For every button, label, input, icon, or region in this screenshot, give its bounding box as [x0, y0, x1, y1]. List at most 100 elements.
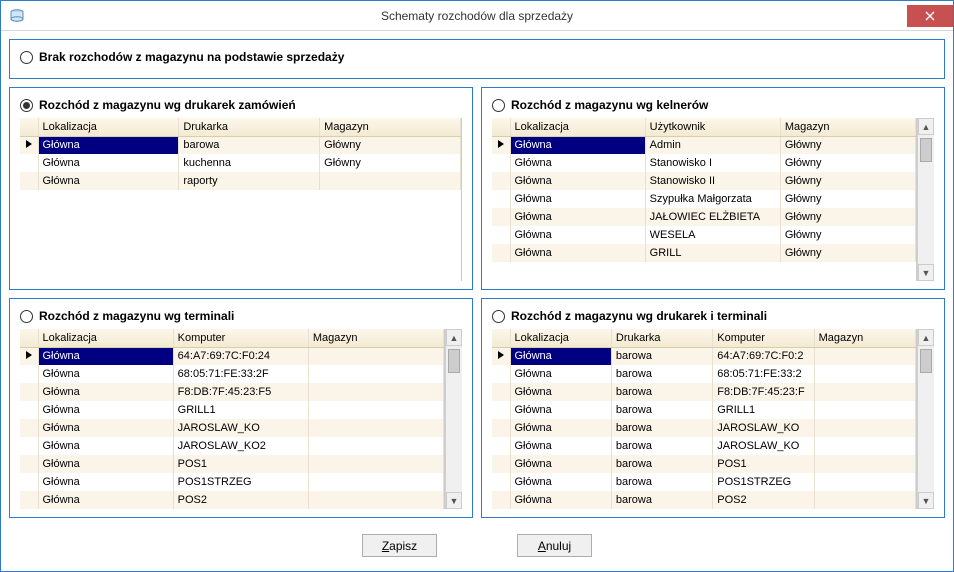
radio-no-issuance[interactable] — [20, 51, 33, 64]
table-cell[interactable]: barowa — [611, 365, 712, 383]
table-cell[interactable]: Główna — [510, 455, 611, 473]
table-cell[interactable]: JAROSLAW_KO — [713, 437, 814, 455]
table-cell[interactable] — [814, 383, 915, 401]
table-cell[interactable]: F8:DB:7F:45:23:F — [713, 383, 814, 401]
table-cell[interactable]: Główna — [510, 383, 611, 401]
table-cell[interactable]: Główna — [510, 401, 611, 419]
table-cell[interactable]: Główna — [38, 383, 173, 401]
table-cell[interactable]: Główna — [38, 419, 173, 437]
scroll-thumb[interactable] — [920, 349, 932, 373]
radio-printers[interactable] — [20, 99, 33, 112]
table-cell[interactable] — [814, 473, 915, 491]
column-header[interactable]: Lokalizacja — [510, 118, 645, 136]
table-row[interactable]: Główna68:05:71:FE:33:2F — [20, 365, 444, 383]
scrollbar-waiters[interactable]: ▲▼ — [917, 118, 934, 281]
radio-terminals[interactable] — [20, 310, 33, 323]
table-cell[interactable]: barowa — [611, 455, 712, 473]
table-cell[interactable]: POS1 — [713, 455, 814, 473]
option-printersTerminals[interactable]: Rozchód z magazynu wg drukarek i termina… — [492, 309, 934, 323]
column-header[interactable]: Użytkownik — [645, 118, 780, 136]
cancel-button[interactable]: Anuluj — [517, 534, 592, 557]
table-cell[interactable]: Stanowisko I — [645, 154, 780, 172]
option-printers[interactable]: Rozchód z magazynu wg drukarek zamówień — [20, 98, 462, 112]
table-cell[interactable] — [814, 491, 915, 509]
table-cell[interactable]: barowa — [611, 401, 712, 419]
column-header[interactable]: Magazyn — [320, 118, 461, 136]
option-no-issuance[interactable]: Brak rozchodów z magazynu na podstawie s… — [20, 50, 934, 64]
column-header[interactable]: Magazyn — [780, 118, 915, 136]
table-row[interactable]: GłównabarowaPOS1STRZEG — [492, 473, 916, 491]
table-cell[interactable]: GRILL1 — [713, 401, 814, 419]
table-row[interactable]: GłównaStanowisko IGłówny — [492, 154, 916, 172]
table-row[interactable]: GłównabarowaF8:DB:7F:45:23:F — [492, 383, 916, 401]
scroll-thumb[interactable] — [448, 349, 460, 373]
table-cell[interactable]: barowa — [611, 419, 712, 437]
table-cell[interactable]: Główny — [780, 208, 915, 226]
table-cell[interactable] — [814, 401, 915, 419]
table-cell[interactable]: barowa — [179, 136, 320, 154]
table-cell[interactable]: Główna — [38, 172, 179, 190]
column-header[interactable]: Lokalizacja — [38, 329, 173, 347]
table-cell[interactable] — [308, 347, 443, 365]
table-cell[interactable] — [308, 401, 443, 419]
table-cell[interactable]: 68:05:71:FE:33:2F — [173, 365, 308, 383]
table-row[interactable]: GłównaGRILL1 — [20, 401, 444, 419]
table-cell[interactable]: Główna — [510, 208, 645, 226]
table-printers[interactable]: LokalizacjaDrukarkaMagazyn GłównabarowaGł… — [20, 118, 461, 190]
table-cell[interactable] — [814, 365, 915, 383]
table-cell[interactable]: F8:DB:7F:45:23:F5 — [173, 383, 308, 401]
table-cell[interactable]: Główny — [780, 136, 915, 154]
table-cell[interactable]: Główny — [320, 154, 461, 172]
table-cell[interactable]: kuchenna — [179, 154, 320, 172]
table-row[interactable]: GłównaF8:DB:7F:45:23:F5 — [20, 383, 444, 401]
table-cell[interactable]: Główny — [780, 244, 915, 262]
table-cell[interactable] — [308, 365, 443, 383]
table-row[interactable]: GłównaAdminGłówny — [492, 136, 916, 154]
table-row[interactable]: GłównaPOS1STRZEG — [20, 473, 444, 491]
table-cell[interactable] — [308, 419, 443, 437]
column-header[interactable]: Drukarka — [179, 118, 320, 136]
table-cell[interactable] — [814, 437, 915, 455]
table-row[interactable]: GłównakuchennaGłówny — [20, 154, 461, 172]
radio-printersTerminals[interactable] — [492, 310, 505, 323]
table-cell[interactable]: Główna — [510, 136, 645, 154]
scrollbar-printersTerminals[interactable]: ▲▼ — [917, 329, 934, 509]
table-cell[interactable]: Główny — [780, 172, 915, 190]
table-cell[interactable]: POS1STRZEG — [713, 473, 814, 491]
column-header[interactable]: Lokalizacja — [38, 118, 179, 136]
table-cell[interactable] — [814, 455, 915, 473]
table-row[interactable]: GłównaJAROSLAW_KO2 — [20, 437, 444, 455]
scroll-down-icon[interactable]: ▼ — [446, 492, 462, 509]
table-cell[interactable]: 68:05:71:FE:33:2 — [713, 365, 814, 383]
table-cell[interactable]: Główna — [38, 491, 173, 509]
column-header[interactable]: Magazyn — [308, 329, 443, 347]
table-cell[interactable]: Główna — [510, 473, 611, 491]
table-waiters[interactable]: LokalizacjaUżytkownikMagazynGłównaAdminG… — [492, 118, 916, 262]
table-row[interactable]: GłównaSzypułka MałgorzataGłówny — [492, 190, 916, 208]
column-header[interactable]: Lokalizacja — [510, 329, 611, 347]
table-cell[interactable]: POS1STRZEG — [173, 473, 308, 491]
table-cell[interactable]: Główna — [510, 491, 611, 509]
table-cell[interactable]: Admin — [645, 136, 780, 154]
table-cell[interactable]: Główny — [780, 154, 915, 172]
table-cell[interactable]: Główna — [38, 437, 173, 455]
table-cell[interactable]: Główna — [510, 437, 611, 455]
table-cell[interactable]: Szypułka Małgorzata — [645, 190, 780, 208]
scroll-up-icon[interactable]: ▲ — [918, 329, 934, 346]
table-cell[interactable]: Główna — [510, 190, 645, 208]
table-cell[interactable] — [308, 383, 443, 401]
table-row[interactable]: GłównabarowaJAROSLAW_KO — [492, 437, 916, 455]
scroll-up-icon[interactable]: ▲ — [918, 118, 934, 135]
table-cell[interactable]: Główna — [510, 419, 611, 437]
radio-waiters[interactable] — [492, 99, 505, 112]
table-cell[interactable]: 64:A7:69:7C:F0:2 — [713, 347, 814, 365]
table-terminals[interactable]: LokalizacjaKomputerMagazynGłówna64:A7:69… — [20, 329, 444, 509]
table-cell[interactable]: 64:A7:69:7C:F0:24 — [173, 347, 308, 365]
table-row[interactable]: GłównaPOS1 — [20, 455, 444, 473]
scrollbar-terminals[interactable]: ▲▼ — [445, 329, 462, 509]
table-cell[interactable] — [308, 491, 443, 509]
table-row[interactable]: Głównabarowa68:05:71:FE:33:2 — [492, 365, 916, 383]
table-cell[interactable]: JAŁOWIEC ELŻBIETA — [645, 208, 780, 226]
table-row[interactable]: GłównabarowaJAROSLAW_KO — [492, 419, 916, 437]
scroll-down-icon[interactable]: ▼ — [918, 264, 934, 281]
